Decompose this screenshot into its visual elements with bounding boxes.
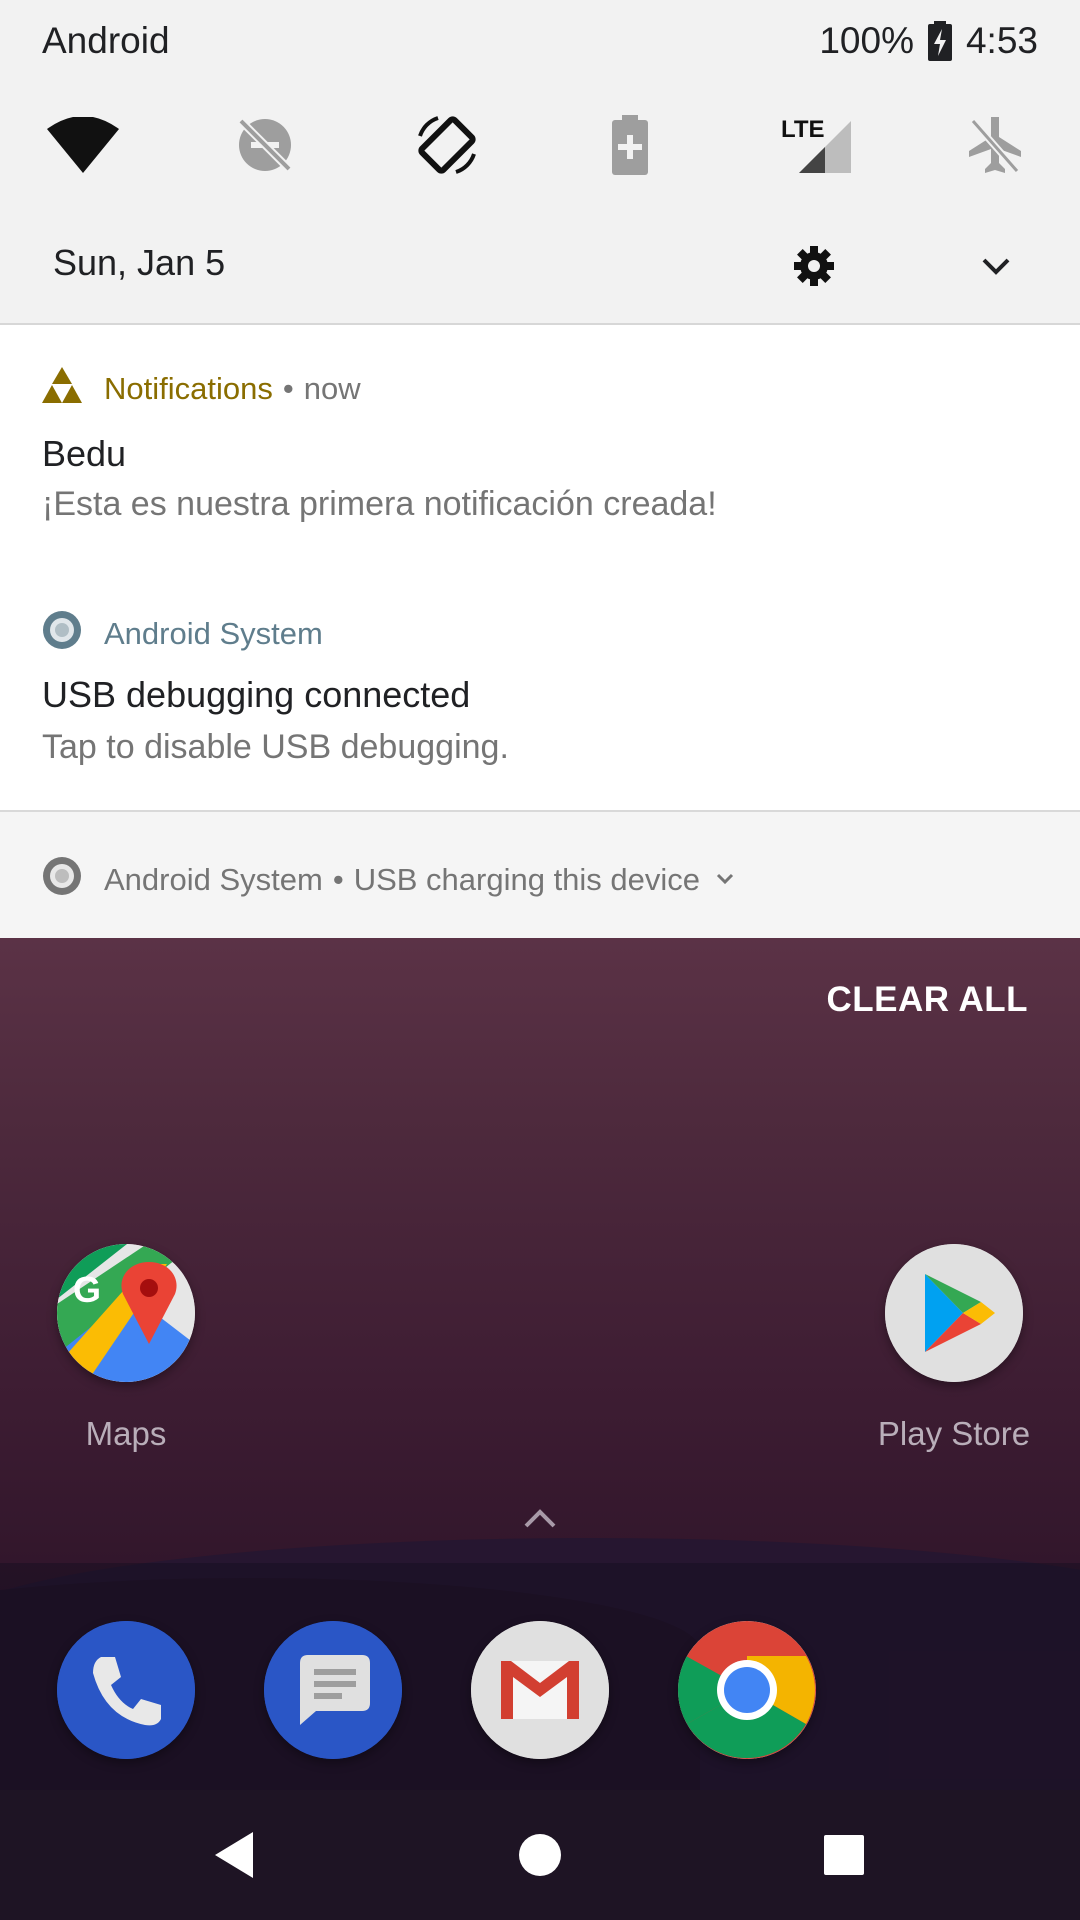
svg-text:G: G [73, 1269, 101, 1310]
carrier-label: Android [42, 20, 170, 61]
notification-body: ¡Esta es nuestra primera notificación cr… [42, 485, 717, 523]
collapsed-app-name: Android System [104, 862, 323, 897]
app-drawer-chevron-icon[interactable] [520, 1504, 560, 1539]
notification-app-name: Android System [104, 616, 323, 651]
notification-title: USB debugging connected [42, 674, 471, 715]
lte-signal-icon[interactable]: LTE [770, 100, 860, 190]
wifi-icon[interactable] [38, 100, 128, 190]
chrome-icon[interactable] [678, 1621, 816, 1759]
messages-icon[interactable] [264, 1621, 402, 1759]
chevron-down-icon[interactable] [974, 244, 1018, 288]
notification-card[interactable]: Android System USB debugging connected T… [0, 568, 1080, 812]
do-not-disturb-off-icon[interactable] [220, 100, 310, 190]
app-label-play-store: Play Store [877, 1415, 1031, 1452]
status-bar: Android 100% 4:53 [0, 0, 1080, 86]
header-separator: • [282, 371, 294, 406]
home-icon[interactable] [505, 1820, 575, 1890]
gear-icon[interactable] [790, 242, 838, 290]
battery-percent: 100% [819, 20, 914, 61]
notification-body: Tap to disable USB debugging. [42, 728, 509, 766]
clear-all-button[interactable]: CLEAR ALL [826, 980, 1028, 1020]
lte-label: LTE [781, 116, 825, 143]
auto-rotate-icon[interactable] [402, 100, 492, 190]
notification-card[interactable]: Notifications • now Bedu ¡Esta es nuestr… [0, 325, 1080, 570]
recents-icon[interactable] [809, 1820, 879, 1890]
notification-header: Notifications • now [42, 367, 361, 411]
gmail-icon[interactable] [471, 1621, 609, 1759]
header-separator: • [332, 862, 344, 897]
notification-time: now [303, 371, 361, 406]
quick-settings-row: LTE [0, 100, 1080, 190]
battery-charging-icon [927, 21, 952, 61]
phone-icon[interactable] [57, 1621, 195, 1759]
airplane-mode-icon[interactable] [950, 100, 1040, 190]
date-label[interactable]: Sun, Jan 5 [53, 242, 225, 284]
notification-title: Bedu [42, 433, 127, 474]
collapsed-notification[interactable]: Android System • USB charging this devic… [0, 812, 1080, 938]
maps-icon[interactable]: G [57, 1244, 195, 1382]
app-label-maps: Maps [85, 1415, 167, 1452]
quick-settings-header: Android 100% 4:53 LTE Sun, Jan 5 [0, 0, 1080, 325]
navigation-bar [0, 1790, 1080, 1920]
play-store-icon[interactable] [885, 1244, 1023, 1382]
back-icon[interactable] [200, 1820, 270, 1890]
status-right: 100% 4:53 [819, 20, 1038, 62]
notification-app-name: Notifications [104, 371, 273, 406]
triforce-icon [42, 367, 82, 411]
collapsed-notification-header: Android System • USB charging this devic… [42, 856, 736, 904]
clock: 4:53 [965, 20, 1038, 61]
android-system-icon [42, 856, 82, 904]
chevron-down-icon[interactable] [714, 862, 736, 898]
battery-saver-icon[interactable] [585, 100, 675, 190]
date-row: Sun, Jan 5 [0, 230, 1080, 300]
android-system-icon [42, 610, 82, 658]
collapsed-text: USB charging this device [353, 862, 701, 897]
notification-header: Android System [42, 610, 323, 658]
